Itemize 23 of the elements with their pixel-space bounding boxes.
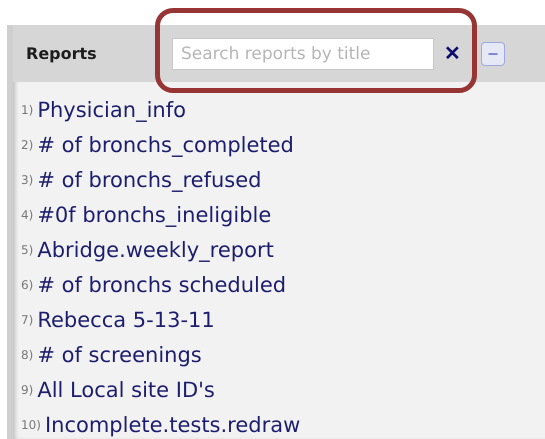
report-number: 9) xyxy=(21,382,34,396)
report-link[interactable]: # of bronchs_completed xyxy=(37,132,294,156)
report-number: 6) xyxy=(21,278,34,292)
search-field[interactable]: Search reports by title xyxy=(172,38,434,70)
report-link[interactable]: Abridge.weekly_report xyxy=(37,238,274,262)
report-number: 4) xyxy=(21,208,34,222)
report-link[interactable]: # of bronchs scheduled xyxy=(37,272,286,296)
report-link[interactable]: Physician_info xyxy=(37,98,186,122)
report-number: 2) xyxy=(21,138,34,152)
report-link[interactable]: # of screenings xyxy=(37,342,202,366)
report-link[interactable]: Rebecca 5-13-11 xyxy=(37,308,215,332)
report-link[interactable]: Incomplete.tests.redraw xyxy=(44,412,300,436)
report-number: 8) xyxy=(21,348,34,362)
report-number: 3) xyxy=(21,172,34,186)
report-number: 5) xyxy=(21,242,34,256)
report-number: 7) xyxy=(21,312,34,326)
report-number: 10) xyxy=(21,418,41,432)
clear-button[interactable]: ✕ xyxy=(442,44,463,64)
report-link[interactable]: # of bronchs_refused xyxy=(37,168,262,192)
panel-title: Reports xyxy=(26,44,98,63)
report-link[interactable]: #0f bronchs_ineligible xyxy=(37,202,272,226)
report-number: 1) xyxy=(21,102,34,116)
report-link[interactable]: All Local site ID's xyxy=(37,378,215,402)
